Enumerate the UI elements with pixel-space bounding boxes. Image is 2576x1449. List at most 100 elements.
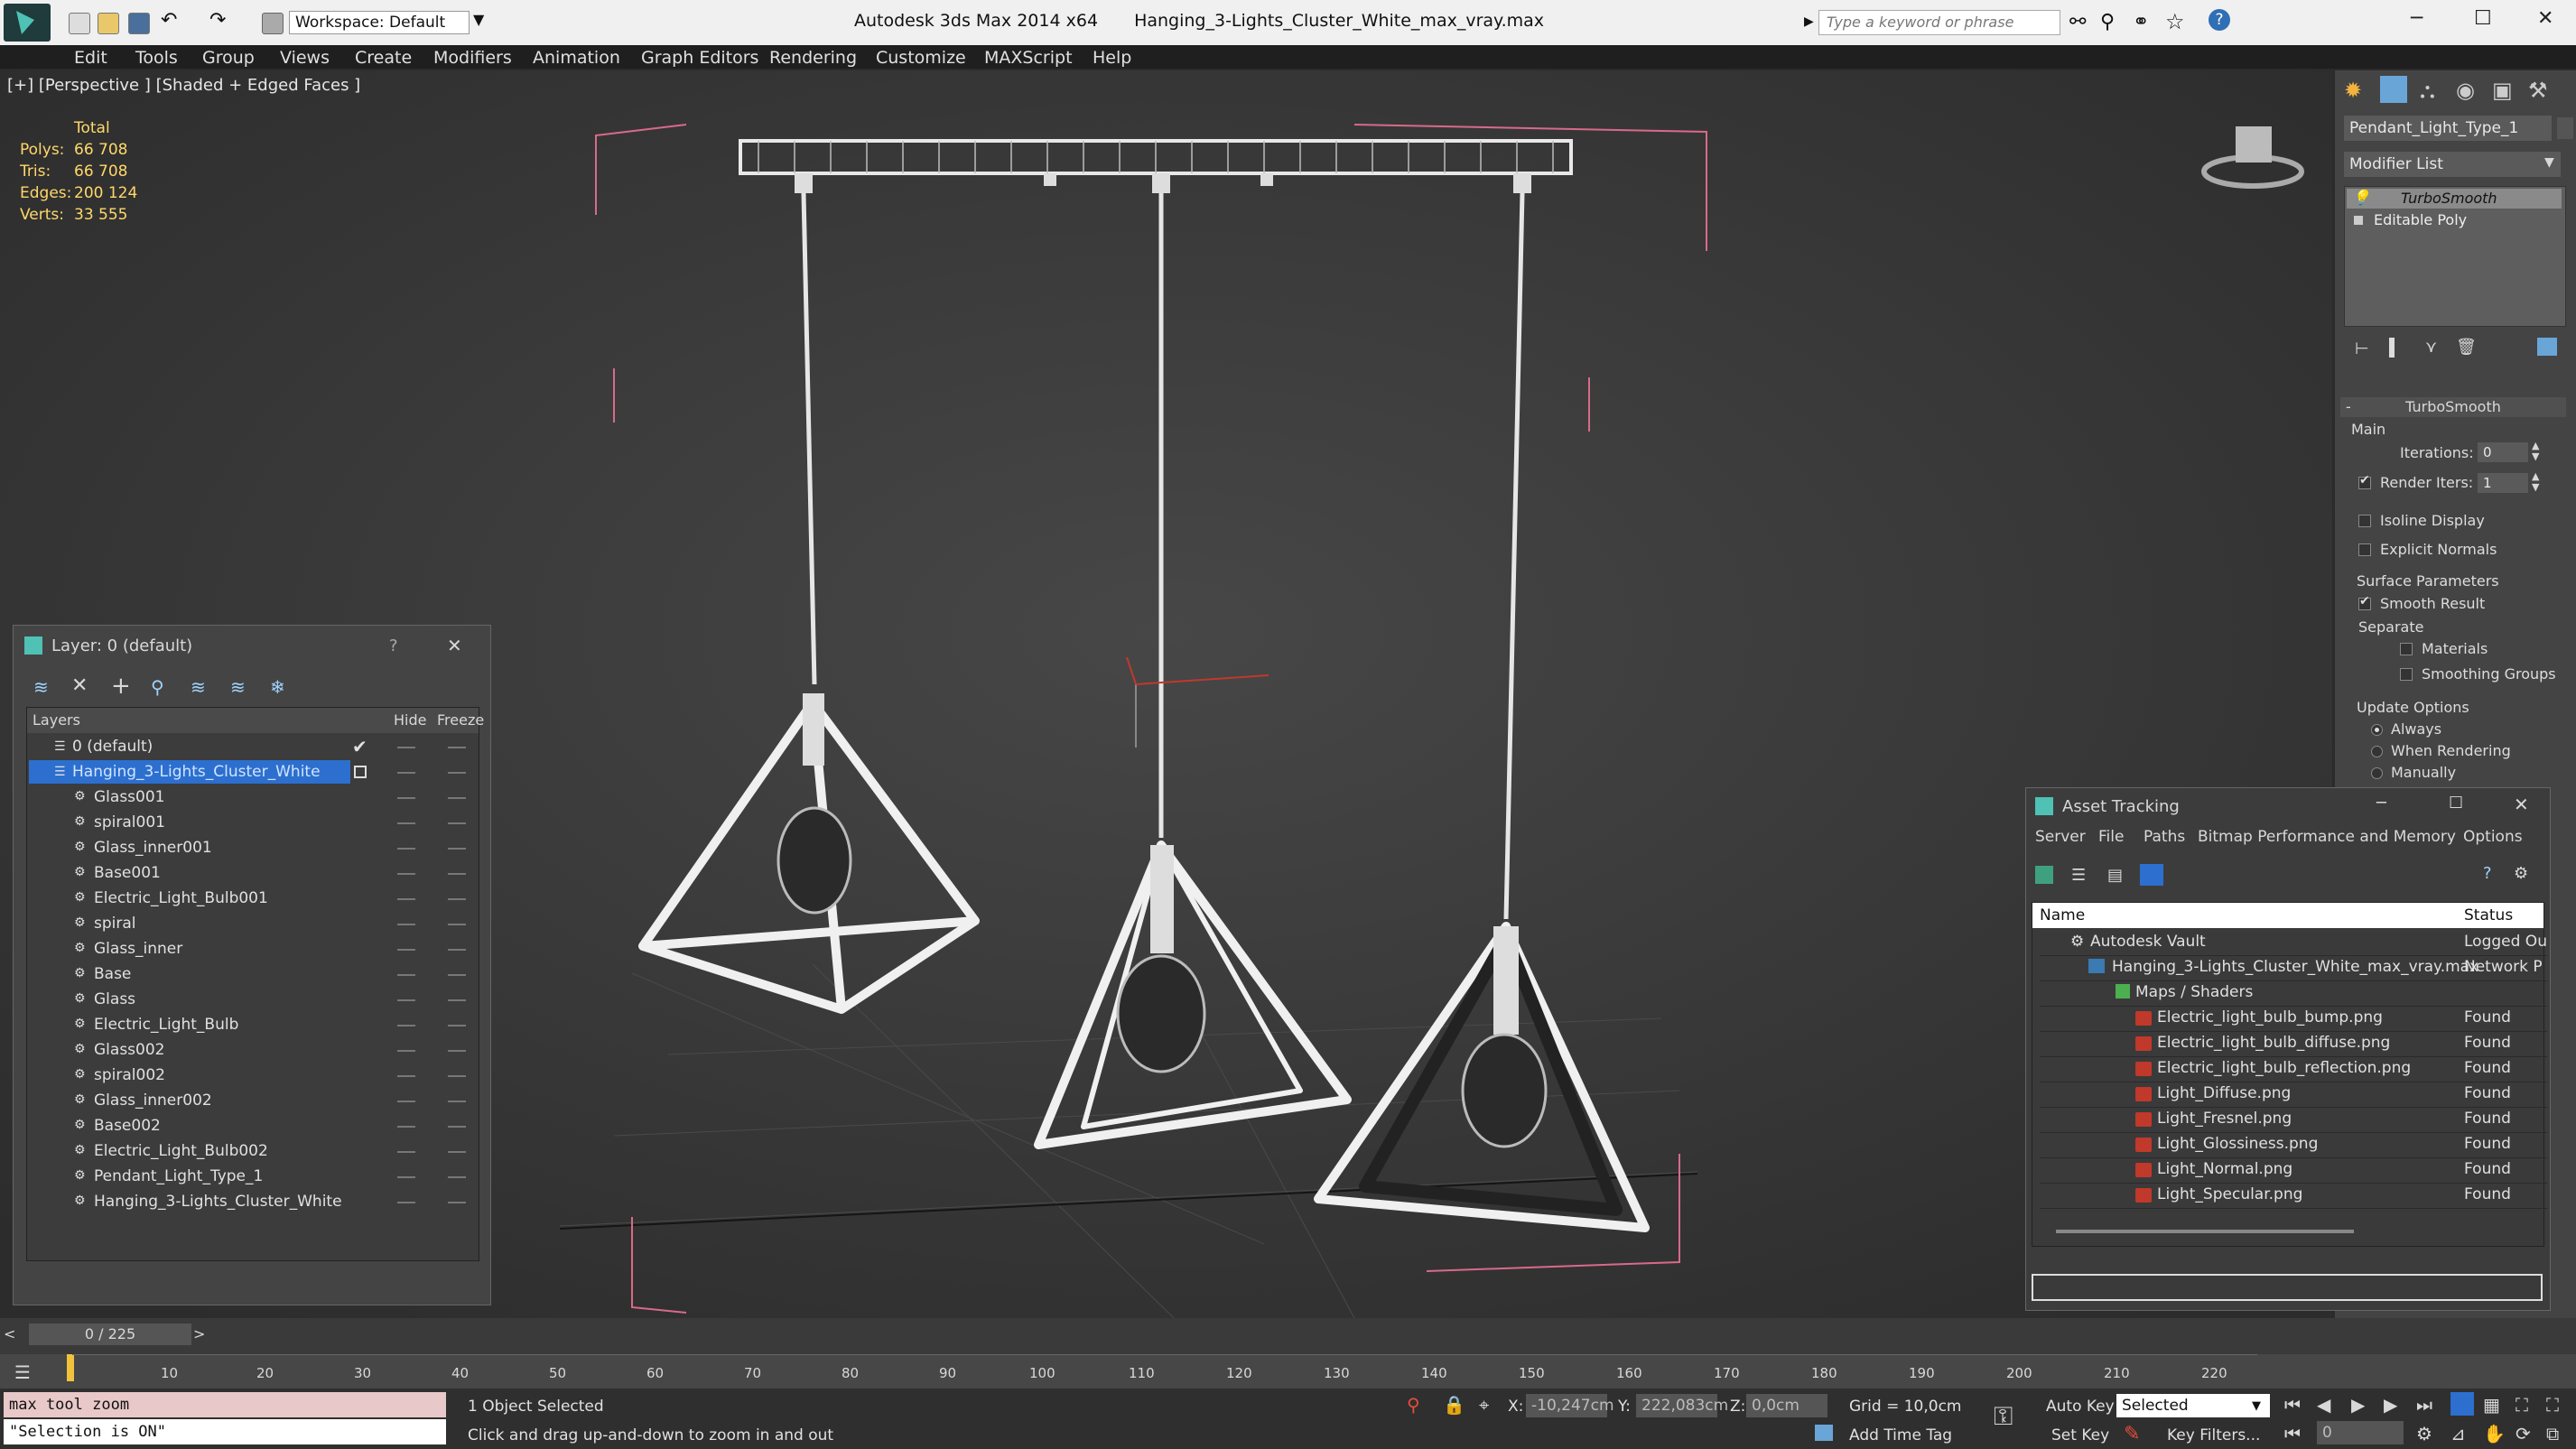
isoline-display-checkbox[interactable] <box>2358 515 2371 527</box>
layer-dialog-close-icon[interactable]: ✕ <box>447 635 462 656</box>
asset-row-texture[interactable]: Electric_light_bulb_reflection.png Found <box>2040 1056 2547 1082</box>
absolute-mode-icon[interactable]: ⌖ <box>1479 1394 1489 1416</box>
col-hide[interactable]: Hide <box>394 711 426 729</box>
layer-object-row[interactable]: ⚙ Glass001 <box>27 785 479 811</box>
menu-help[interactable]: Help <box>1093 48 1131 68</box>
layer-row-hanging-cluster[interactable]: ☰ Hanging_3-Lights_Cluster_White <box>27 760 479 785</box>
iterations-spinner-arrows-icon[interactable]: ▲ ▼ <box>2532 441 2539 462</box>
go-to-end-icon[interactable]: ⏭ <box>2416 1394 2432 1416</box>
maxscript-listener-line1[interactable]: max tool zoom <box>4 1392 446 1417</box>
communication-icon[interactable]: ⚭ <box>2133 11 2149 33</box>
layer-object-row[interactable]: ⚙ Electric_Light_Bulb001 <box>27 887 479 912</box>
set-key-mode-icon[interactable]: ⚿ <box>1994 1401 2013 1432</box>
col-name[interactable]: Name <box>2040 906 2085 924</box>
next-frame-icon[interactable]: ▶ <box>2384 1394 2397 1416</box>
menu-animation[interactable]: Animation <box>533 48 620 68</box>
pin-stack-icon[interactable]: ⊢ <box>2355 339 2369 358</box>
track-bar[interactable]: ☰ 10 20 30 40 50 60 70 80 90 100 110 120… <box>0 1354 2576 1389</box>
motion-tab-icon[interactable]: ◉ <box>2456 78 2475 103</box>
asset-dialog-close-icon[interactable]: ✕ <box>2514 794 2529 815</box>
layer-object-row[interactable]: ⚙ Glass002 <box>27 1038 479 1064</box>
utilities-tab-icon[interactable]: ⚒ <box>2528 78 2548 103</box>
layer-object-row[interactable]: ⚙ Electric_Light_Bulb <box>27 1013 479 1038</box>
play-icon[interactable]: ▶ <box>2351 1394 2365 1416</box>
asset-row-texture[interactable]: Light_Glossiness.png Found <box>2040 1132 2547 1158</box>
maximize-icon[interactable]: ☐ <box>2474 7 2492 30</box>
field-of-view-icon[interactable]: ⊿ <box>2450 1423 2466 1444</box>
menu-graph-editors[interactable]: Graph Editors <box>641 48 758 68</box>
layer-object-row[interactable]: ⚙ Glass <box>27 988 479 1013</box>
layer-object-row[interactable]: ⚙ Hanging_3-Lights_Cluster_White <box>27 1190 479 1215</box>
modifier-list-arrow-icon[interactable]: ▼ <box>2544 155 2554 170</box>
add-to-layer-icon[interactable]: + <box>111 673 131 700</box>
search-input[interactable]: Type a keyword or phrase <box>1818 10 2060 35</box>
refresh-icon[interactable] <box>2035 866 2053 884</box>
zoom-all-icon[interactable]: ▦ <box>2483 1394 2500 1416</box>
time-slider-next-icon[interactable]: > <box>193 1325 205 1342</box>
asset-row-texture[interactable]: Electric_light_bulb_diffuse.png Found <box>2040 1031 2547 1057</box>
create-tab-icon[interactable]: ✹ <box>2344 78 2362 103</box>
menu-modifiers[interactable]: Modifiers <box>433 48 512 68</box>
configure-sets-icon[interactable] <box>2537 338 2557 356</box>
asset-help-icon[interactable]: ? <box>2483 864 2492 883</box>
isolate-selection-icon[interactable]: ⚲ <box>1407 1394 1420 1416</box>
auto-key-button[interactable]: Auto Key <box>2046 1398 2115 1416</box>
layer-object-row[interactable]: ⚙ Base <box>27 962 479 988</box>
key-mode-icon[interactable]: ⏮ <box>2284 1423 2301 1444</box>
z-coordinate-field[interactable]: 0,0cm <box>1746 1394 1827 1417</box>
asset-dialog-maximize-icon[interactable]: ☐ <box>2449 794 2463 813</box>
render-iters-checkbox[interactable] <box>2358 473 2371 489</box>
object-name-field[interactable]: Pendant_Light_Type_1 <box>2344 116 2552 141</box>
zoom-icon[interactable] <box>2450 1392 2474 1416</box>
select-in-layer-icon[interactable]: ⚲ <box>151 676 164 698</box>
smooth-result-checkbox[interactable] <box>2358 594 2371 610</box>
asset-settings-icon[interactable]: ⚙ <box>2514 864 2528 883</box>
orbit-icon[interactable]: ⟳ <box>2516 1423 2531 1444</box>
key-filters-button[interactable]: Key Filters... <box>2167 1426 2260 1444</box>
lightbulb-icon[interactable]: 💡 <box>2352 189 2370 206</box>
selection-lock-icon[interactable]: 🔒 <box>1443 1394 1465 1416</box>
asset-row-texture[interactable]: Light_Diffuse.png Found <box>2040 1082 2547 1108</box>
asset-menu-paths[interactable]: Paths <box>2144 828 2185 846</box>
always-radio[interactable] <box>2371 724 2383 736</box>
help-icon[interactable]: ? <box>2209 9 2230 31</box>
col-status[interactable]: Status <box>2464 906 2513 924</box>
hierarchy-tab-icon[interactable]: ⛬ <box>2420 78 2435 103</box>
time-tag-icon[interactable] <box>1815 1425 1833 1441</box>
layer-object-row[interactable]: ⚙ Base001 <box>27 861 479 887</box>
open-file-icon[interactable] <box>98 13 119 34</box>
materials-checkbox[interactable] <box>2400 643 2413 655</box>
layer-object-row[interactable]: ⚙ Glass_inner <box>27 937 479 962</box>
key-filters-pen-icon[interactable]: ✎ <box>2124 1423 2140 1445</box>
layer-dialog-titlebar[interactable]: Layer: 0 (default) ? ✕ <box>14 626 490 671</box>
curve-editor-icon[interactable]: ☰ <box>14 1361 31 1383</box>
menu-views[interactable]: Views <box>280 48 330 68</box>
current-frame-field[interactable]: 0 <box>2317 1421 2404 1444</box>
list-view-icon[interactable]: ☰ <box>2071 866 2086 885</box>
asset-path-field[interactable] <box>2032 1274 2543 1301</box>
x-coordinate-field[interactable]: -10,247cm <box>1526 1394 1614 1417</box>
asset-menu-bitmap-performance[interactable]: Bitmap Performance and Memory <box>2198 828 2456 846</box>
when-rendering-radio[interactable] <box>2371 746 2383 757</box>
zoom-extents-icon[interactable]: ⛶ <box>2516 1394 2528 1416</box>
table-view-icon[interactable]: ▤ <box>2107 866 2123 885</box>
workspace-dropdown-arrow-icon[interactable]: ▼ <box>473 11 484 28</box>
asset-menu-options[interactable]: Options <box>2463 828 2523 846</box>
layer-object-row[interactable]: ⚙ Pendant_Light_Type_1 <box>27 1165 479 1190</box>
collapse-icon[interactable]: - <box>2346 397 2351 417</box>
time-slider-prev-icon[interactable]: < <box>4 1325 15 1342</box>
asset-row-vault[interactable]: ⚙ Autodesk Vault Logged Ou <box>2040 930 2547 956</box>
y-coordinate-field[interactable]: 222,083cm <box>1636 1394 1728 1417</box>
modifier-list-dropdown[interactable]: Modifier List <box>2344 152 2561 177</box>
smoothing-groups-checkbox[interactable] <box>2400 668 2413 681</box>
menu-rendering[interactable]: Rendering <box>769 48 857 68</box>
highlight-layer-icon[interactable]: ≋ <box>191 676 206 698</box>
maxscript-listener-line2[interactable]: "Selection is ON" <box>4 1419 446 1444</box>
display-tab-icon[interactable]: ▣ <box>2492 78 2513 103</box>
asset-menu-server[interactable]: Server <box>2035 828 2086 846</box>
maximize-viewport-icon[interactable]: ⧉ <box>2546 1423 2559 1444</box>
menu-group[interactable]: Group <box>202 48 255 68</box>
render-iters-spinner[interactable]: 1 <box>2478 473 2528 493</box>
asset-row-texture[interactable]: Light_Normal.png Found <box>2040 1157 2547 1184</box>
asset-dialog-minimize-icon[interactable]: ─ <box>2376 794 2386 813</box>
